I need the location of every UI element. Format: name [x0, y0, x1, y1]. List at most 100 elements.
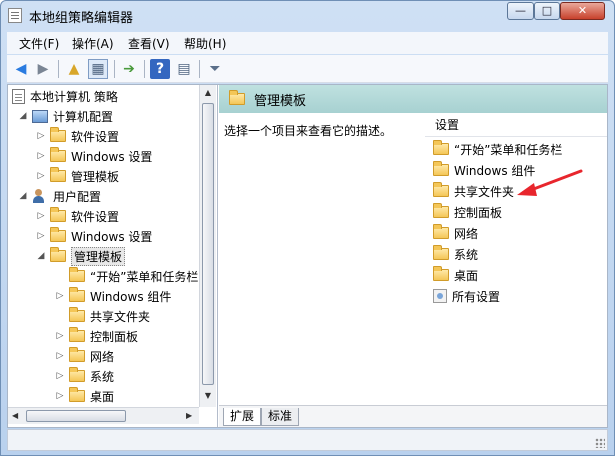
console-client-area: 本地计算机 策略 ◢ 计算机配置 ▷ 软件设置 ▷ Windows 设置 ▷ 管…: [7, 84, 608, 428]
user-icon: [32, 189, 48, 203]
tree-item-label: 系统: [90, 369, 115, 384]
tree-item-root[interactable]: 本地计算机 策略: [12, 86, 118, 106]
tree-item-label: 共享文件夹: [90, 309, 151, 324]
filter-icon[interactable]: ⏷: [205, 59, 225, 79]
tree-item-label: 网络: [90, 349, 115, 364]
scroll-thumb[interactable]: [202, 103, 214, 385]
show-hide-tree-icon[interactable]: ▦: [88, 59, 108, 79]
folder-icon: [69, 367, 85, 382]
tree-item-label: 管理模板: [71, 246, 126, 266]
folder-icon: [50, 227, 66, 242]
toolbar-separator: [199, 60, 200, 78]
expand-arrow-icon[interactable]: ▷: [54, 371, 66, 381]
toolbar-separator: [114, 60, 115, 78]
view-tabs: 扩展 标准: [219, 405, 607, 427]
expand-arrow-icon[interactable]: ▷: [35, 151, 47, 161]
tree-item-start-menu[interactable]: “开始”菜单和任务栏: [54, 266, 198, 286]
tab-standard[interactable]: 标准: [261, 408, 300, 426]
scroll-up-arrow-icon[interactable]: ▲: [203, 88, 213, 97]
folder-icon: [50, 247, 66, 262]
navigation-tree: 本地计算机 策略 ◢ 计算机配置 ▷ 软件设置 ▷ Windows 设置 ▷ 管…: [8, 85, 218, 427]
toolbar-separator: [144, 60, 145, 78]
expand-arrow-icon[interactable]: ▷: [54, 391, 66, 401]
tree-item-windows-components[interactable]: ▷ Windows 组件: [54, 286, 171, 306]
tree-vertical-scrollbar[interactable]: ▲ ▼: [199, 85, 216, 407]
folder-icon: [69, 267, 85, 282]
expand-arrow-icon[interactable]: ▷: [54, 331, 66, 341]
folder-icon: [69, 387, 85, 402]
expand-arrow-icon[interactable]: ▷: [35, 131, 47, 141]
policy-editor-app-icon: [8, 8, 22, 23]
back-icon[interactable]: ◀: [11, 59, 31, 79]
tree-item-software-settings[interactable]: ▷ 软件设置: [35, 126, 119, 146]
tree-item-control-panel[interactable]: ▷ 控制面板: [54, 326, 138, 346]
tree-item-software-settings[interactable]: ▷ 软件设置: [35, 206, 119, 226]
properties-icon[interactable]: ▤: [174, 59, 194, 79]
tree-horizontal-scrollbar[interactable]: ◀ ▶: [8, 407, 199, 424]
resize-grip-icon[interactable]: [595, 438, 605, 448]
tree-item-admin-templates[interactable]: ▷ 管理模板: [35, 166, 119, 186]
collapse-arrow-icon[interactable]: ◢: [35, 251, 47, 261]
status-bar: [7, 429, 608, 451]
tree-item-label: “开始”菜单和任务栏: [90, 269, 199, 284]
expand-arrow-icon[interactable]: ▷: [54, 351, 66, 361]
menu-help[interactable]: 帮助(H): [184, 35, 226, 52]
tree-item-label: 控制面板: [90, 329, 139, 344]
tree-item-computer-config[interactable]: ◢ 计算机配置: [17, 106, 113, 126]
folder-icon: [50, 147, 66, 162]
scroll-right-arrow-icon[interactable]: ▶: [186, 411, 192, 420]
folder-icon: [50, 207, 66, 222]
tree-item-windows-settings[interactable]: ▷ Windows 设置: [35, 226, 152, 246]
tab-extended[interactable]: 扩展: [223, 408, 262, 426]
scroll-left-arrow-icon[interactable]: ◀: [12, 411, 18, 420]
minimize-button[interactable]: —: [507, 2, 534, 20]
folder-icon: [69, 327, 85, 342]
scroll-thumb[interactable]: [26, 410, 126, 422]
tree-item-label: 本地计算机 策略: [30, 89, 118, 104]
expand-arrow-icon[interactable]: ▷: [35, 231, 47, 241]
tree-item-label: Windows 设置: [71, 149, 153, 164]
main-window: 本地组策略编辑器 — □ ✕ 文件(F) 操作(A) 查看(V) 帮助(H) ◀…: [0, 0, 615, 456]
tree-item-user-config[interactable]: ◢ 用户配置: [17, 186, 101, 206]
help-icon[interactable]: ?: [150, 59, 170, 79]
tree-item-label: 管理模板: [71, 169, 120, 184]
tree-item-label: 计算机配置: [53, 109, 114, 124]
title-bar[interactable]: 本地组策略编辑器 — □ ✕: [1, 1, 614, 29]
policy-document-icon: [12, 88, 25, 104]
expand-arrow-icon[interactable]: ▷: [54, 291, 66, 301]
tree-item-windows-settings[interactable]: ▷ Windows 设置: [35, 146, 152, 166]
collapse-arrow-icon[interactable]: ◢: [17, 191, 29, 201]
collapse-arrow-icon[interactable]: ◢: [17, 111, 29, 121]
folder-icon: [50, 127, 66, 142]
expand-arrow-icon[interactable]: ▷: [35, 171, 47, 181]
tree-item-label: 桌面: [90, 389, 115, 404]
tree-item-admin-templates-selected[interactable]: ◢ 管理模板: [35, 246, 126, 266]
tree-item-system[interactable]: ▷ 系统: [54, 366, 114, 386]
forward-icon[interactable]: ▶: [33, 59, 53, 79]
tree-item-shared-folders[interactable]: 共享文件夹: [54, 306, 150, 326]
tree-item-label: Windows 组件: [90, 289, 172, 304]
detail-pane: 管理模板 选择一个项目来查看它的描述。 设置 “开始”菜单和任务栏 Window…: [219, 85, 607, 427]
up-folder-icon[interactable]: ▲: [64, 59, 84, 79]
toolbar-separator: [58, 60, 59, 78]
menu-action[interactable]: 操作(A): [72, 35, 114, 52]
computer-icon: [32, 109, 48, 123]
menu-file[interactable]: 文件(F): [19, 35, 59, 52]
toolbar: ◀ ▶ ▲ ▦ ➔ ? ▤ ⏷: [7, 55, 608, 83]
scroll-down-arrow-icon[interactable]: ▼: [203, 391, 213, 400]
window-title: 本地组策略编辑器: [29, 11, 134, 26]
folder-icon: [50, 167, 66, 182]
tree-item-label: 软件设置: [71, 129, 120, 144]
export-list-icon[interactable]: ➔: [119, 59, 139, 79]
tree-item-label: Windows 设置: [71, 229, 153, 244]
expand-arrow-icon[interactable]: ▷: [35, 211, 47, 221]
maximize-button[interactable]: □: [534, 2, 560, 20]
folder-icon: [69, 347, 85, 362]
menu-view[interactable]: 查看(V): [128, 35, 170, 52]
close-button[interactable]: ✕: [560, 2, 605, 20]
tree-item-network[interactable]: ▷ 网络: [54, 346, 114, 366]
tree-item-desktop[interactable]: ▷ 桌面: [54, 386, 114, 406]
tree-item-label: 软件设置: [71, 209, 120, 224]
menu-bar: 文件(F) 操作(A) 查看(V) 帮助(H): [7, 32, 608, 54]
folder-icon: [69, 287, 85, 302]
